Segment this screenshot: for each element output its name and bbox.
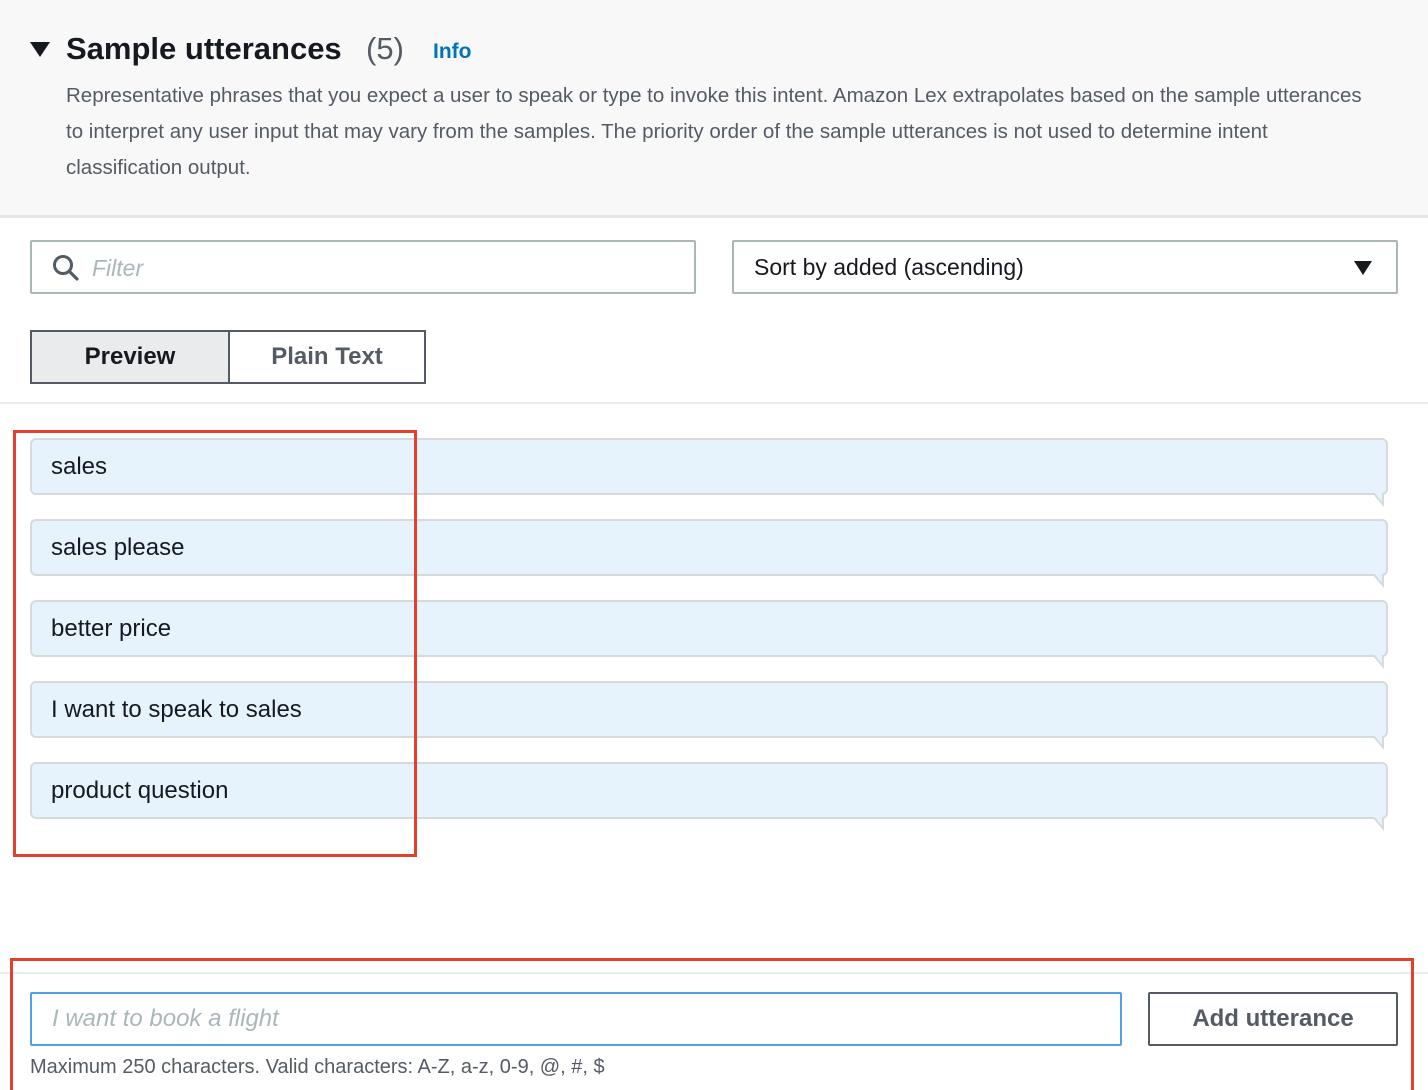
utterance-text: better price: [51, 615, 172, 642]
dropdown-arrow-icon: [1354, 261, 1372, 275]
filter-input[interactable]: [92, 250, 682, 286]
utterance-item[interactable]: sales: [30, 438, 1388, 507]
add-utterance-button[interactable]: Add utterance: [1148, 992, 1398, 1046]
utterance-text: I want to speak to sales: [51, 696, 302, 723]
utterance-item[interactable]: sales please: [30, 519, 1388, 588]
utterance-text: sales please: [51, 534, 185, 561]
utterance-text: product question: [51, 777, 229, 804]
caret-down-icon[interactable]: [30, 42, 50, 57]
section-description: Representative phrases that you expect a…: [66, 84, 1362, 179]
tab-plain-text[interactable]: Plain Text: [228, 330, 426, 384]
filter-field[interactable]: [30, 240, 696, 294]
info-link[interactable]: Info: [433, 38, 471, 66]
utterance-item[interactable]: better price: [30, 600, 1388, 669]
divider: [0, 402, 1428, 404]
utterance-text: sales: [51, 453, 108, 480]
utterance-count: (5): [366, 31, 404, 66]
sort-selected-value: Sort by added (ascending): [754, 254, 1024, 280]
utterance-input[interactable]: [30, 992, 1122, 1046]
utterance-list: sales sales please better price I want t…: [30, 438, 1388, 843]
utterance-item[interactable]: I want to speak to sales: [30, 681, 1388, 750]
section-title: Sample utterances: [66, 31, 342, 66]
sample-utterances-header: Sample utterances (5) Info Representativ…: [0, 0, 1428, 218]
utterance-item[interactable]: product question: [30, 762, 1388, 831]
divider: [0, 972, 1428, 974]
search-icon: [53, 255, 79, 281]
tab-preview[interactable]: Preview: [30, 330, 230, 384]
sort-select[interactable]: Sort by added (ascending): [732, 240, 1398, 294]
input-constraint-text: Maximum 250 characters. Valid characters…: [30, 1056, 605, 1078]
